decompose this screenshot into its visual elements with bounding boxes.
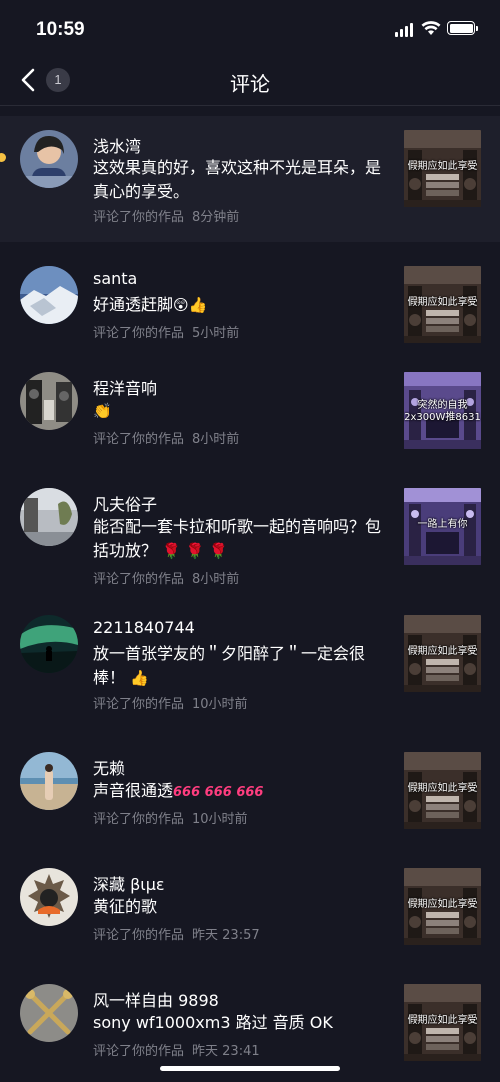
- thumbnail-caption: 假期应如此享受: [407, 161, 478, 172]
- comment-time: 昨天 23:57: [192, 928, 260, 943]
- comment-meta: 评论了你的作品 10小时前: [93, 693, 248, 712]
- comment-action: 评论了你的作品: [93, 697, 185, 712]
- status-bar: 10:59: [0, 0, 500, 56]
- thumbnail-caption: 一路上有你: [417, 519, 468, 530]
- comment-action: 评论了你的作品: [93, 326, 185, 341]
- thumbnail-caption: 假期应如此享受: [407, 899, 478, 910]
- thumbnail-caption: 假期应如此享受: [407, 783, 478, 794]
- comment-item[interactable]: santa 好通透赶脚😲👍 评论了你的作品 5小时前 假期应如此享受: [0, 242, 500, 358]
- comment-item[interactable]: 无赖 声音很通透666 666 666 评论了你的作品 10小时前 假期应如此享受: [0, 728, 500, 844]
- comment-meta: 评论了你的作品 10小时前: [93, 808, 248, 827]
- comment-item[interactable]: 2211840744 放一首张学友的＂夕阳醉了＂一定会很棒！ 👍 评论了你的作品…: [0, 602, 500, 728]
- avatar[interactable]: [20, 752, 78, 810]
- emoji-reaction: 🌹 🌹 🌹: [162, 542, 228, 560]
- video-thumbnail[interactable]: 一路上有你: [404, 488, 481, 565]
- avatar[interactable]: [20, 266, 78, 324]
- comment-body: 好通透赶脚: [93, 295, 174, 314]
- cellular-signal-icon: [395, 23, 413, 37]
- avatar[interactable]: [20, 488, 78, 546]
- comment-time: 昨天 23:41: [192, 1044, 260, 1059]
- video-thumbnail[interactable]: 假期应如此享受: [404, 130, 481, 207]
- comment-item[interactable]: 浅水湾 这效果真的好，喜欢这种不光是耳朵，是真心的享受。 评论了你的作品 8分钟前…: [0, 116, 500, 242]
- emoji-666: 666 666 666: [173, 785, 264, 800]
- avatar[interactable]: [20, 372, 78, 430]
- comment-username[interactable]: 凡夫俗子: [93, 491, 157, 515]
- comment-text: 声音很通透666 666 666: [93, 779, 388, 805]
- comment-username[interactable]: 2211840744: [93, 618, 195, 637]
- comment-username[interactable]: 风一样自由 9898: [93, 987, 219, 1011]
- comment-item[interactable]: 深藏 βιμε 黄征的歌 评论了你的作品 昨天 23:57 假期应如此享受: [0, 844, 500, 960]
- comment-username[interactable]: santa: [93, 269, 137, 288]
- avatar[interactable]: [20, 615, 78, 673]
- emoji-reaction: 👍: [130, 669, 149, 687]
- comment-meta: 评论了你的作品 8小时前: [93, 428, 239, 447]
- video-thumbnail[interactable]: 假期应如此享受: [404, 868, 481, 945]
- comment-action: 评论了你的作品: [93, 432, 185, 447]
- comment-username[interactable]: 程洋音响: [93, 375, 157, 399]
- comment-body: 声音很通透: [93, 781, 174, 800]
- comment-item[interactable]: 凡夫俗子 能否配一套卡拉和听歌一起的音响吗？包括功放？ 🌹 🌹 🌹 评论了你的作…: [0, 474, 500, 602]
- comment-time: 8小时前: [192, 432, 240, 447]
- comment-meta: 评论了你的作品 5小时前: [93, 322, 239, 341]
- comment-meta: 评论了你的作品 昨天 23:41: [93, 1040, 260, 1059]
- comment-text: 这效果真的好，喜欢这种不光是耳朵，是真心的享受。: [93, 158, 382, 201]
- comment-list: 浅水湾 这效果真的好，喜欢这种不光是耳朵，是真心的享受。 评论了你的作品 8分钟前…: [0, 116, 500, 1076]
- video-thumbnail[interactable]: 突然的自我 2x300W推8631: [404, 372, 481, 449]
- video-thumbnail[interactable]: 假期应如此享受: [404, 752, 481, 829]
- status-time: 10:59: [36, 19, 85, 40]
- comment-text: 放一首张学友的＂夕阳醉了＂一定会很棒！ 👍: [93, 642, 388, 690]
- comment-action: 评论了你的作品: [93, 572, 185, 587]
- comment-time: 10小时前: [192, 697, 248, 712]
- comment-meta: 评论了你的作品 8分钟前: [93, 206, 239, 225]
- emoji-reaction: 😲👍: [173, 296, 208, 314]
- comment-username[interactable]: 无赖: [93, 755, 125, 779]
- comment-action: 评论了你的作品: [93, 928, 185, 943]
- thumbnail-caption: 假期应如此享受: [407, 297, 478, 308]
- comment-text: 好通透赶脚😲👍: [93, 293, 388, 317]
- thumbnail-caption: 假期应如此享受: [407, 646, 478, 657]
- comment-item[interactable]: 程洋音响 👏 评论了你的作品 8小时前 突然的自我 2x300W推8631: [0, 358, 500, 474]
- comment-action: 评论了你的作品: [93, 210, 185, 225]
- page-title: 评论: [230, 72, 270, 96]
- comment-action: 评论了你的作品: [93, 812, 185, 827]
- comment-time: 8小时前: [192, 572, 240, 587]
- comment-username[interactable]: 深藏 βιμε: [93, 871, 165, 895]
- comment-item[interactable]: 风一样自由 9898 sony wf1000xm3 路过 音质 OK 评论了你的…: [0, 960, 500, 1076]
- video-thumbnail[interactable]: 假期应如此享受: [404, 984, 481, 1061]
- home-indicator: [160, 1066, 340, 1071]
- avatar[interactable]: [20, 130, 78, 188]
- comment-action: 评论了你的作品: [93, 1044, 185, 1059]
- thumbnail-caption: 突然的自我 2x300W推8631: [404, 400, 481, 423]
- comment-text: 能否配一套卡拉和听歌一起的音响吗？包括功放？ 🌹 🌹 🌹: [93, 515, 388, 563]
- avatar[interactable]: [20, 868, 78, 926]
- wifi-icon: [421, 21, 441, 35]
- comment-username[interactable]: 浅水湾: [93, 133, 141, 157]
- video-thumbnail[interactable]: 假期应如此享受: [404, 266, 481, 343]
- comment-text: 👏: [93, 399, 388, 423]
- comment-text: sony wf1000xm3 路过 音质 OK: [93, 1013, 333, 1032]
- comment-body: 能否配一套卡拉和听歌一起的音响吗？包括功放？: [93, 517, 382, 560]
- nav-bar: 1 评论: [0, 56, 500, 106]
- comment-time: 5小时前: [192, 326, 240, 341]
- battery-icon: [447, 21, 478, 35]
- avatar[interactable]: [20, 984, 78, 1042]
- unread-dot: [0, 153, 6, 162]
- comment-text: 黄征的歌: [93, 897, 158, 916]
- comment-meta: 评论了你的作品 昨天 23:57: [93, 924, 260, 943]
- emoji-reaction: 👏: [93, 402, 112, 420]
- thumbnail-caption: 假期应如此享受: [407, 1015, 478, 1026]
- comment-time: 10小时前: [192, 812, 248, 827]
- comment-meta: 评论了你的作品 8小时前: [93, 568, 239, 587]
- video-thumbnail[interactable]: 假期应如此享受: [404, 615, 481, 692]
- comment-time: 8分钟前: [192, 210, 240, 225]
